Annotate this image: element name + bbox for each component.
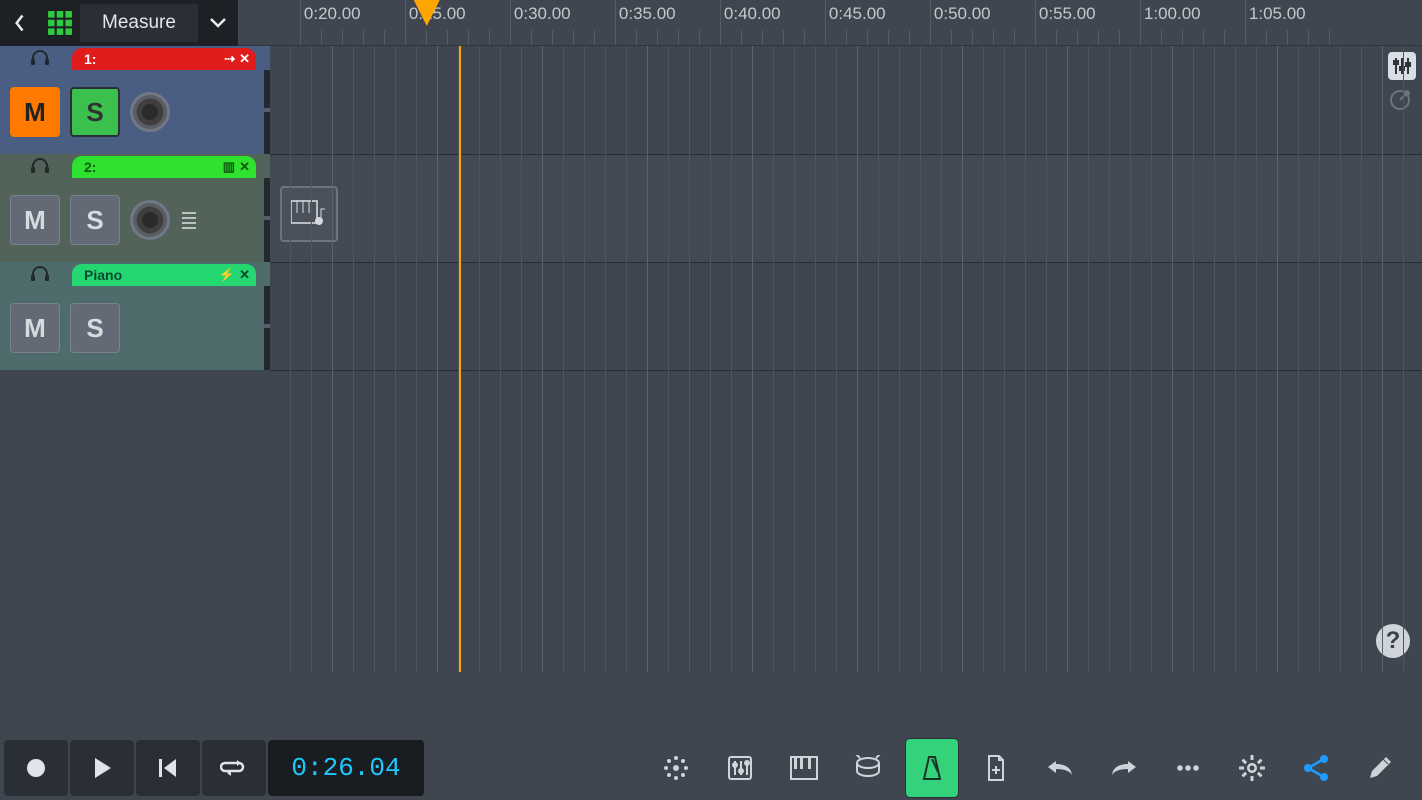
ruler-tick-label: 0:55.00 bbox=[1039, 4, 1096, 24]
keyboard-button[interactable] bbox=[778, 739, 830, 797]
more-button[interactable] bbox=[1162, 739, 1214, 797]
share-button[interactable] bbox=[1290, 739, 1342, 797]
ruler-tick-label: 0:45.00 bbox=[829, 4, 886, 24]
headphones-icon[interactable] bbox=[30, 49, 50, 67]
audio-wave-icon: ⇢ bbox=[224, 51, 235, 67]
back-button[interactable] bbox=[0, 0, 40, 46]
track-2[interactable]: 2: ▥ ✕ M S bbox=[0, 154, 270, 262]
undo-button[interactable] bbox=[1034, 739, 1086, 797]
record-arm-button[interactable] bbox=[130, 200, 170, 240]
grid-snap-button[interactable] bbox=[40, 0, 80, 46]
ruler-tick-label: 0:30.00 bbox=[514, 4, 571, 24]
timeline-ruler[interactable]: 0:20.000:25.000:30.000:35.000:40.000:45.… bbox=[238, 0, 1422, 46]
solo-button[interactable]: S bbox=[70, 303, 120, 353]
mixer-button[interactable] bbox=[1388, 52, 1416, 80]
close-icon[interactable]: ✕ bbox=[239, 51, 250, 67]
track-1-tab[interactable]: 1: ⇢ ✕ bbox=[72, 48, 256, 70]
plug-icon: ⚡ bbox=[219, 267, 235, 283]
add-track-button[interactable] bbox=[970, 739, 1022, 797]
record-arm-button[interactable] bbox=[130, 92, 170, 132]
transport-bar: 0:26.04 bbox=[0, 736, 1422, 800]
fx-button[interactable] bbox=[1388, 86, 1416, 114]
close-icon[interactable]: ✕ bbox=[239, 159, 250, 175]
loop-button[interactable] bbox=[202, 740, 266, 796]
track-3-tab[interactable]: Piano ⚡ ✕ bbox=[72, 264, 256, 286]
ruler-tick-label: 0:20.00 bbox=[304, 4, 361, 24]
play-button[interactable] bbox=[70, 740, 134, 796]
notes-list-icon[interactable] bbox=[180, 209, 198, 231]
mute-button[interactable]: M bbox=[10, 195, 60, 245]
playhead-line[interactable] bbox=[459, 46, 461, 672]
drum-button[interactable] bbox=[842, 739, 894, 797]
time-display[interactable]: 0:26.04 bbox=[268, 740, 424, 796]
headphones-icon[interactable] bbox=[30, 157, 50, 175]
edit-tool-button[interactable] bbox=[1354, 739, 1406, 797]
rewind-button[interactable] bbox=[136, 740, 200, 796]
track-2-number: 2: bbox=[84, 159, 96, 175]
arrangement-grid[interactable]: ? bbox=[270, 46, 1422, 736]
headphones-icon[interactable] bbox=[30, 265, 50, 283]
redo-button[interactable] bbox=[1098, 739, 1150, 797]
track-3[interactable]: Piano ⚡ ✕ M S bbox=[0, 262, 270, 370]
track-2-tab[interactable]: 2: ▥ ✕ bbox=[72, 156, 256, 178]
ruler-tick-label: 0:50.00 bbox=[934, 4, 991, 24]
solo-button[interactable]: S bbox=[70, 87, 120, 137]
piano-keys-icon: ▥ bbox=[223, 159, 235, 175]
mute-button[interactable]: M bbox=[10, 87, 60, 137]
snap-mode-dropdown[interactable] bbox=[198, 0, 238, 46]
track-1-number: 1: bbox=[84, 51, 96, 67]
mute-button[interactable]: M bbox=[10, 303, 60, 353]
top-bar: Measure 0:20.000:25.000:30.000:35.000:40… bbox=[0, 0, 1422, 46]
hub-button[interactable] bbox=[650, 739, 702, 797]
ruler-tick-label: 1:00.00 bbox=[1144, 4, 1201, 24]
track-3-name: Piano bbox=[84, 267, 122, 283]
record-button[interactable] bbox=[4, 740, 68, 796]
metronome-button[interactable] bbox=[906, 739, 958, 797]
ruler-tick-label: 0:35.00 bbox=[619, 4, 676, 24]
ruler-tick-label: 0:40.00 bbox=[724, 4, 781, 24]
midi-clip[interactable] bbox=[280, 186, 338, 242]
track-sidebar: 1: ⇢ ✕ M S bbox=[0, 46, 270, 736]
close-icon[interactable]: ✕ bbox=[239, 267, 250, 283]
settings-button[interactable] bbox=[1226, 739, 1278, 797]
mixer-tool-button[interactable] bbox=[714, 739, 766, 797]
snap-mode-label[interactable]: Measure bbox=[80, 4, 198, 42]
solo-button[interactable]: S bbox=[70, 195, 120, 245]
ruler-tick-label: 1:05.00 bbox=[1249, 4, 1306, 24]
track-1[interactable]: 1: ⇢ ✕ M S bbox=[0, 46, 270, 154]
